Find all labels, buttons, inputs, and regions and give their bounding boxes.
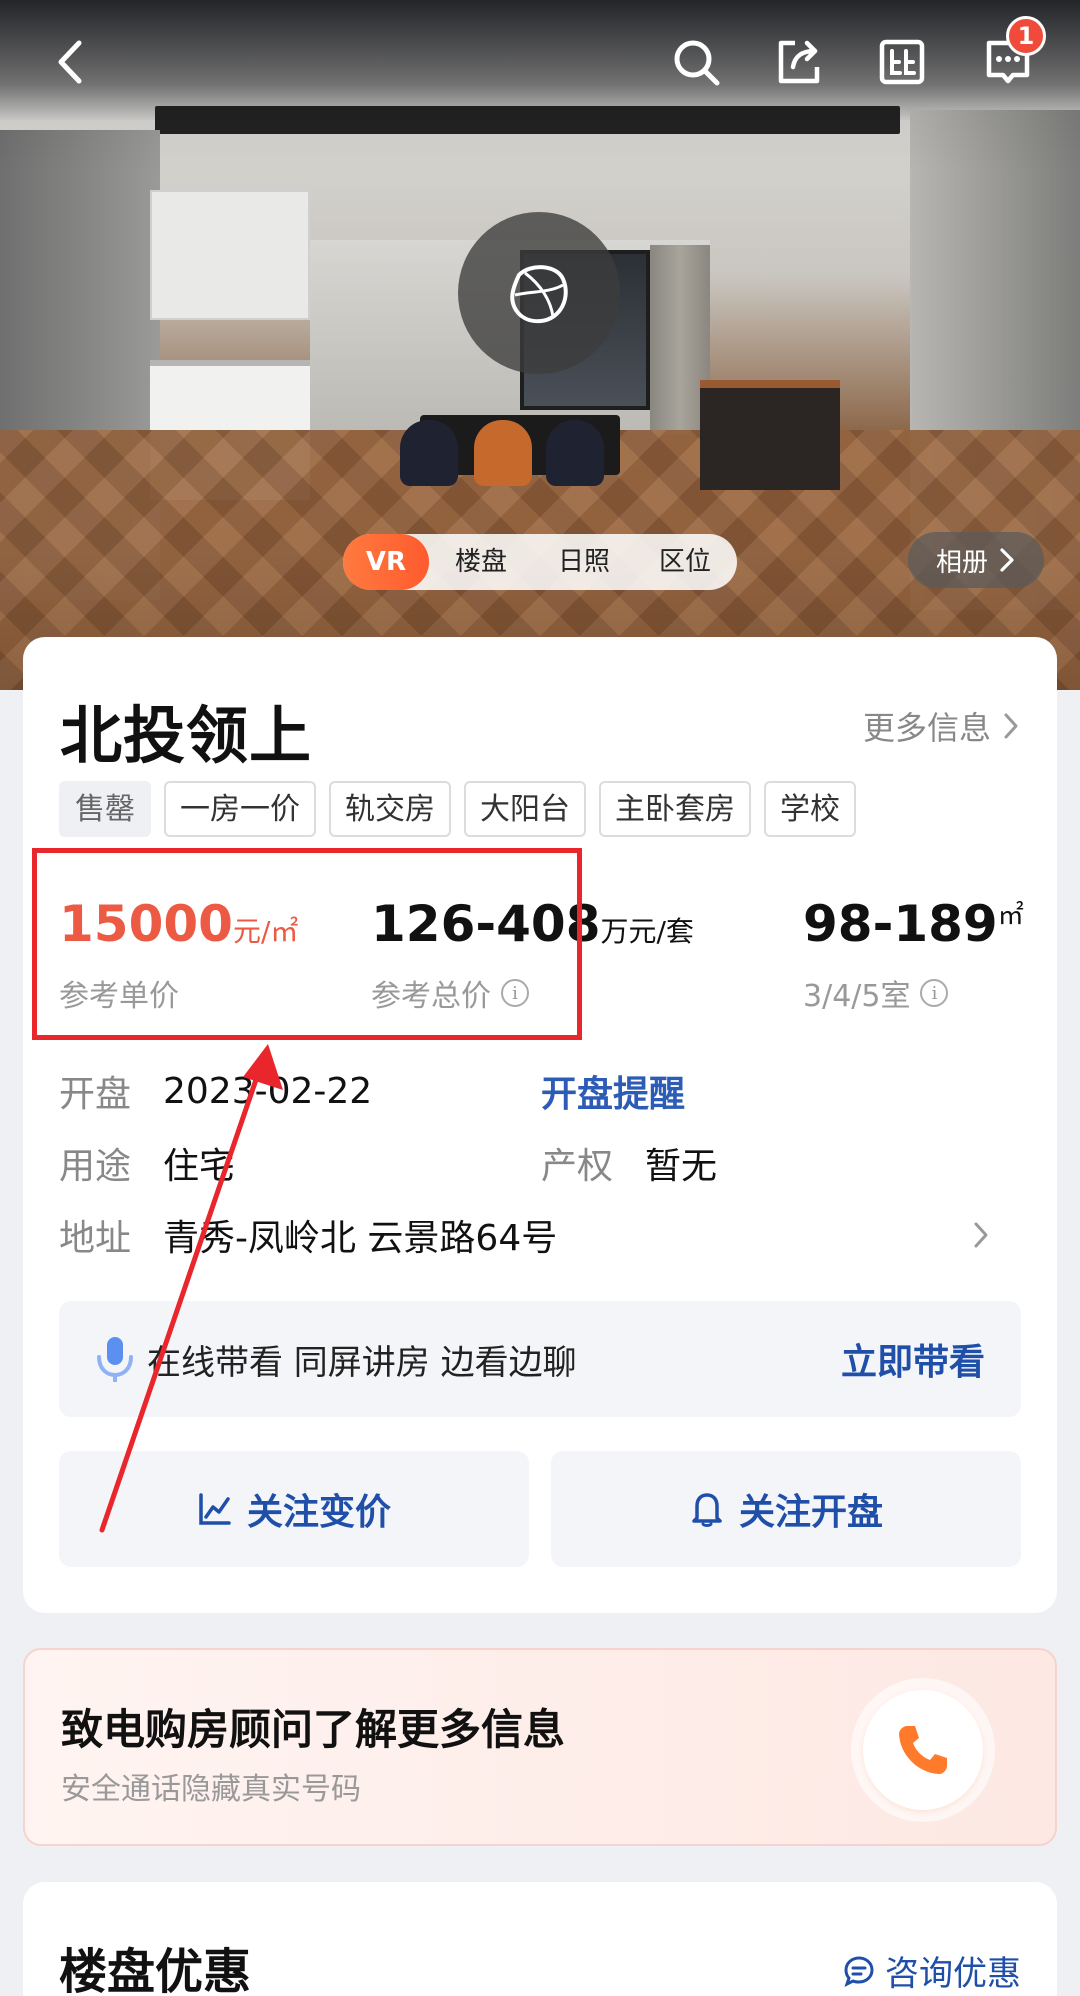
call-subtitle: 安全通话隐藏真实号码 <box>61 1772 361 1807</box>
open-date-row: 开盘 2023-02-22 <box>59 1065 372 1117</box>
feature-tag: 轨交房 <box>329 781 451 837</box>
unit-price: 15000元/㎡ <box>59 895 298 953</box>
area-unit: ㎡ <box>997 901 1024 931</box>
promotion-card: 楼盘优惠 咨询优惠 <box>23 1882 1057 1996</box>
search-icon <box>674 40 720 86</box>
project-card: 北投领上 更多信息 售罄 一房一价 轨交房 大阳台 主卧套房 学校 15000元… <box>23 637 1057 1613</box>
feature-tag: 一房一价 <box>164 781 316 837</box>
usage-key: 用途 <box>59 1146 132 1187</box>
message-badge: 1 <box>1006 16 1046 56</box>
trend-chart-icon <box>199 1493 231 1525</box>
open-date-key: 开盘 <box>59 1074 132 1115</box>
area-value: 98-189 <box>803 895 998 953</box>
album-label: 相册 <box>935 547 988 578</box>
total-price: 126-408万元/套 <box>371 895 694 953</box>
tab-location[interactable]: 区位 <box>635 534 735 590</box>
share-button[interactable] <box>766 30 830 94</box>
unit-price-label: 参考单价 <box>59 971 179 1015</box>
total-price-label-text: 参考总价 <box>371 979 491 1014</box>
feature-tag: 学校 <box>764 781 856 837</box>
project-title: 北投领上 <box>60 699 313 772</box>
unit-price-value: 15000 <box>59 895 233 953</box>
search-button[interactable] <box>664 30 728 94</box>
project-tags: 售罄 一房一价 轨交房 大阳台 主卧套房 学校 <box>59 781 856 837</box>
usage-row: 用途 住宅 <box>59 1137 235 1189</box>
info-icon[interactable]: i <box>501 979 529 1007</box>
rooms-label-text: 3/4/5室 <box>803 979 911 1014</box>
follow-open-button[interactable]: 关注开盘 <box>551 1451 1021 1567</box>
rooms-label[interactable]: 3/4/5室 i <box>803 971 949 1015</box>
back-arrow-icon <box>58 40 82 84</box>
feature-tag: 大阳台 <box>464 781 586 837</box>
live-view-banner[interactable]: 在线带看 同屏讲房 边看边聊 立即带看 <box>59 1301 1021 1417</box>
compare-icon <box>879 39 925 85</box>
address-key: 地址 <box>59 1218 132 1259</box>
back-button[interactable] <box>40 30 104 94</box>
address-value: 青秀-凤岭北 云景路64号 <box>163 1218 558 1259</box>
consult-promotion-label: 咨询优惠 <box>885 1954 1021 1994</box>
vr-play-button[interactable] <box>458 212 620 374</box>
open-date-value: 2023-02-22 <box>163 1070 373 1112</box>
microphone-icon <box>97 1337 133 1382</box>
phone-icon <box>899 1726 947 1774</box>
info-icon[interactable]: i <box>920 979 949 1007</box>
follow-open-label: 关注开盘 <box>738 1492 883 1533</box>
compare-button[interactable] <box>870 30 934 94</box>
usage-value: 住宅 <box>163 1146 236 1187</box>
follow-price-label: 关注变价 <box>246 1492 391 1533</box>
share-icon <box>778 40 820 84</box>
tab-vr[interactable]: VR <box>343 534 429 590</box>
live-view-action[interactable]: 立即带看 <box>841 1333 985 1385</box>
unit-price-label-text: 参考单价 <box>59 979 179 1014</box>
more-info-label: 更多信息 <box>862 709 991 747</box>
status-badge: 售罄 <box>59 781 151 837</box>
unit-price-unit: 元/㎡ <box>232 915 299 948</box>
property-key: 产权 <box>541 1146 614 1187</box>
bell-icon <box>692 1493 722 1527</box>
media-tabs: VR 楼盘 日照 区位 <box>343 534 737 590</box>
total-price-label[interactable]: 参考总价 i <box>371 971 529 1015</box>
call-title: 致电购房顾问了解更多信息 <box>61 1705 566 1754</box>
open-remind-link[interactable]: 开盘提醒 <box>541 1065 685 1117</box>
chat-icon <box>844 1955 874 1987</box>
total-price-value: 126-408 <box>371 895 601 953</box>
feature-tag: 主卧套房 <box>599 781 751 837</box>
tab-sunlight[interactable]: 日照 <box>533 534 635 590</box>
promotion-title: 楼盘优惠 <box>59 1944 252 1996</box>
property-value: 暂无 <box>645 1146 718 1187</box>
address-row[interactable]: 地址 青秀-凤岭北 云景路64号 <box>59 1209 1021 1261</box>
follow-price-button[interactable]: 关注变价 <box>59 1451 529 1567</box>
album-button[interactable]: 相册 <box>908 532 1044 588</box>
call-advisor-card[interactable]: 致电购房顾问了解更多信息 安全通话隐藏真实号码 <box>23 1648 1057 1846</box>
call-button[interactable] <box>851 1678 995 1822</box>
message-button[interactable]: 1 <box>976 16 1046 94</box>
area-range: 98-189㎡ <box>803 895 1024 953</box>
tab-building[interactable]: 楼盘 <box>429 534 533 590</box>
call-button-inner <box>863 1690 983 1810</box>
chevron-right-icon <box>974 1222 988 1248</box>
vr-icon <box>510 265 568 324</box>
live-view-text: 在线带看 同屏讲房 边看边聊 <box>147 1342 577 1383</box>
chevron-right-icon <box>1004 713 1018 739</box>
chevron-right-icon <box>1000 548 1014 572</box>
more-info-link[interactable]: 更多信息 <box>863 703 1021 749</box>
total-price-unit: 万元/套 <box>600 915 694 948</box>
consult-promotion-link[interactable]: 咨询优惠 <box>843 1946 1021 1995</box>
